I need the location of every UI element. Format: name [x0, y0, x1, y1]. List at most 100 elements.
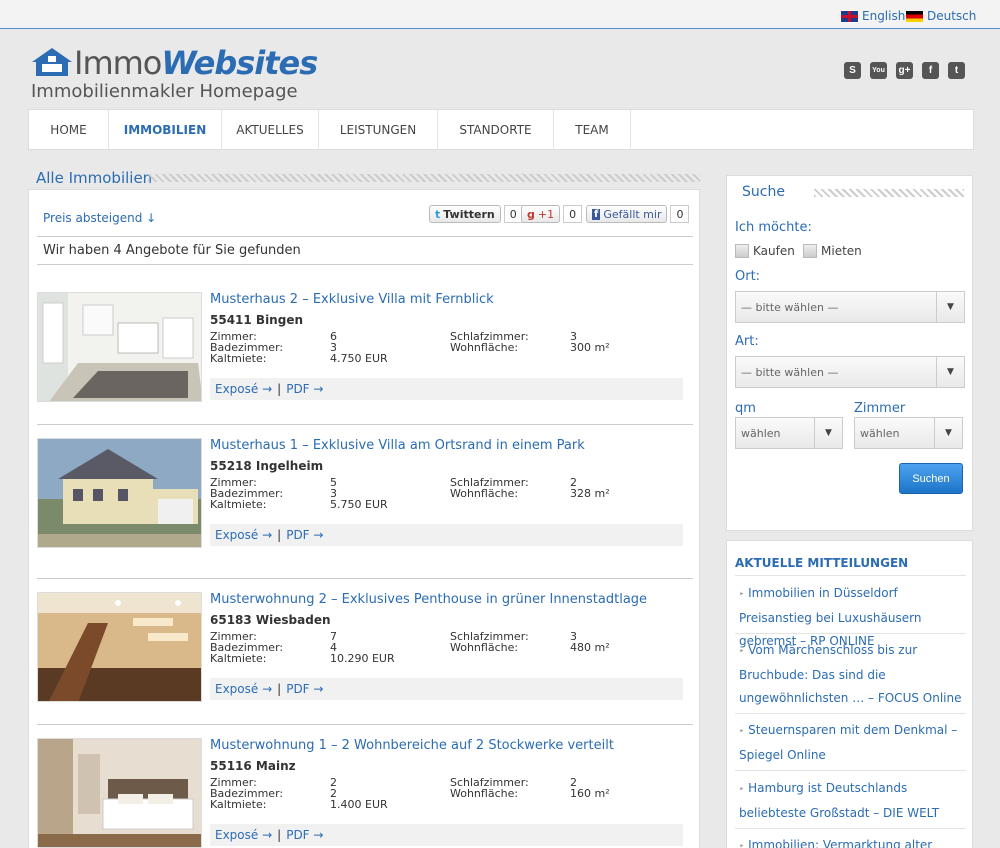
nav-item-home[interactable]: HOME	[29, 110, 109, 149]
listing-photo[interactable]	[37, 438, 202, 548]
checkbox-box[interactable]	[735, 244, 749, 258]
gplus-share-button[interactable]: g +1	[521, 205, 561, 223]
news-item-text: Hamburg ist Deutschlands beliebteste Gro…	[739, 781, 940, 820]
news-panel: AKTUELLE MITTEILUNGEN ‣ Immobilien in Dü…	[726, 540, 973, 848]
search-button[interactable]: Suchen	[899, 463, 963, 494]
location-select[interactable]: — bitte wählen — ▼	[735, 291, 965, 323]
rooms-select-value: wählen	[860, 426, 900, 440]
german-flag-icon	[906, 10, 923, 22]
logo-part-immo: Immo	[74, 44, 162, 82]
news-item[interactable]: ‣ Hamburg ist Deutschlands beliebteste G…	[739, 777, 967, 825]
listing-photo[interactable]	[37, 292, 202, 402]
listing-title-link[interactable]: Musterhaus 2 – Exklusive Villa mit Fernb…	[210, 292, 494, 307]
listing-photo[interactable]	[37, 738, 202, 848]
bullet-icon: ‣	[739, 785, 745, 795]
divider	[735, 633, 966, 634]
chevron-down-icon: ▼	[936, 357, 964, 387]
listing-city: 55411 Bingen	[210, 313, 303, 327]
checkbox-box[interactable]	[803, 244, 817, 258]
search-title: Suche	[742, 184, 785, 200]
logo-wordmark: ImmoWebsites	[74, 44, 318, 82]
living-area-label: Wohnfläche:	[450, 487, 519, 500]
facebook-icon[interactable]: f	[922, 62, 939, 79]
twitter-share-label: Twittern	[443, 207, 495, 221]
language-deutsch-link[interactable]: Deutsch	[906, 9, 976, 23]
actions-separator: |	[277, 682, 282, 696]
nav-item-standorte[interactable]: STANDORTE	[438, 110, 554, 149]
search-panel: Suche Ich möchte: Kaufen Mieten Ort: — b…	[726, 175, 973, 531]
gplus-share: g +1 0	[521, 205, 583, 223]
bullet-icon: ‣	[739, 590, 745, 600]
buy-label: Kaufen	[753, 244, 795, 258]
listing-title-link[interactable]: Musterwohnung 1 – 2 Wohnbereiche auf 2 S…	[210, 738, 614, 753]
bullet-icon: ‣	[739, 727, 745, 737]
divider	[37, 424, 693, 425]
listing-city: 55218 Ingelheim	[210, 459, 324, 473]
expose-link[interactable]: Exposé →	[215, 828, 272, 842]
type-select[interactable]: — bitte wählen — ▼	[735, 356, 965, 388]
expose-link[interactable]: Exposé →	[215, 682, 272, 696]
type-select-value: — bitte wählen —	[741, 365, 839, 379]
pdf-link[interactable]: PDF →	[286, 528, 323, 542]
google-plus-icon[interactable]: g+	[896, 62, 913, 79]
news-item-text: Steuernsparen mit dem Denkmal – Spiegel …	[739, 723, 958, 762]
nav-item-aktuelles[interactable]: AKTUELLES	[222, 110, 319, 149]
rooms-select[interactable]: wählen ▼	[854, 417, 963, 449]
top-bar: English Deutsch	[0, 0, 1000, 29]
nav-item-immobilien[interactable]: IMMOBILIEN	[109, 110, 222, 149]
rent-value: 10.290 EUR	[330, 652, 395, 665]
type-label: Art:	[735, 334, 759, 349]
rent-label: Kaltmiete:	[210, 652, 267, 665]
living-area-label: Wohnfläche:	[450, 787, 519, 800]
logo-part-websites: Websites	[161, 44, 318, 82]
language-english-link[interactable]: English	[840, 9, 905, 23]
rent-label: Mieten	[821, 244, 862, 258]
social-links: S You g+ f t	[844, 62, 965, 79]
pdf-link[interactable]: PDF →	[286, 382, 323, 396]
listing-title-link[interactable]: Musterwohnung 2 – Exklusives Penthouse i…	[210, 592, 647, 607]
actions-separator: |	[277, 828, 282, 842]
news-item[interactable]: ‣ Steuernsparen mit dem Denkmal – Spiege…	[739, 719, 967, 767]
actions-separator: |	[277, 382, 282, 396]
pdf-link[interactable]: PDF →	[286, 828, 323, 842]
pdf-link[interactable]: PDF →	[286, 682, 323, 696]
facebook-like-button[interactable]: f Gefällt mir	[586, 205, 668, 223]
rent-label: Kaltmiete:	[210, 498, 267, 511]
nav-item-leistungen[interactable]: LEISTUNGEN	[319, 110, 438, 149]
listing-title-link[interactable]: Musterhaus 1 – Exklusive Villa am Ortsra…	[210, 438, 585, 453]
language-deutsch-label: Deutsch	[927, 9, 977, 23]
youtube-icon[interactable]: You	[870, 62, 887, 79]
expose-link[interactable]: Exposé →	[215, 528, 272, 542]
want-label: Ich möchte:	[735, 220, 812, 235]
living-area-label: Wohnfläche:	[450, 341, 519, 354]
listings-panel: Preis absteigend ↓ t Twittern 0 g +1 0 f…	[28, 189, 700, 848]
buy-checkbox[interactable]: Kaufen	[735, 244, 795, 258]
nav-item-team[interactable]: TEAM	[554, 110, 631, 149]
news-item[interactable]: ‣ Immobilien: Vermarktung alter Hertie-	[739, 834, 967, 848]
rent-checkbox[interactable]: Mieten	[803, 244, 862, 258]
expose-link[interactable]: Exposé →	[215, 382, 272, 396]
news-item[interactable]: ‣ Vom Märchenschloss bis zur Bruchbude: …	[739, 639, 967, 710]
skype-icon[interactable]: S	[844, 62, 861, 79]
divider	[37, 236, 693, 237]
listing-city: 55116 Mainz	[210, 759, 296, 773]
gplus-share-label: +1	[537, 207, 555, 221]
facebook-share: f Gefällt mir 0	[586, 205, 690, 223]
main-navigation: HOME IMMOBILIEN AKTUELLES LEISTUNGEN STA…	[28, 109, 974, 150]
title-stripes	[148, 174, 700, 182]
listing-actions: Exposé → | PDF →	[210, 378, 683, 400]
twitter-share-button[interactable]: t Twittern	[429, 205, 501, 223]
twitter-icon[interactable]: t	[948, 62, 965, 79]
gplus-share-count: 0	[563, 205, 583, 223]
listing-actions: Exposé → | PDF →	[210, 524, 683, 546]
divider	[37, 578, 693, 579]
sort-link[interactable]: Preis absteigend ↓	[43, 211, 156, 225]
living-area-value: 160 m²	[570, 787, 610, 800]
facebook-like-count: 0	[670, 205, 690, 223]
divider	[735, 575, 966, 576]
divider	[735, 713, 966, 714]
listing-photo[interactable]	[37, 592, 202, 702]
listing-item: Musterhaus 1 – Exklusive Villa am Ortsra…	[37, 438, 693, 558]
news-item-text: Immobilien: Vermarktung alter Hertie-	[748, 838, 933, 848]
sqm-select[interactable]: wählen ▼	[735, 417, 843, 449]
